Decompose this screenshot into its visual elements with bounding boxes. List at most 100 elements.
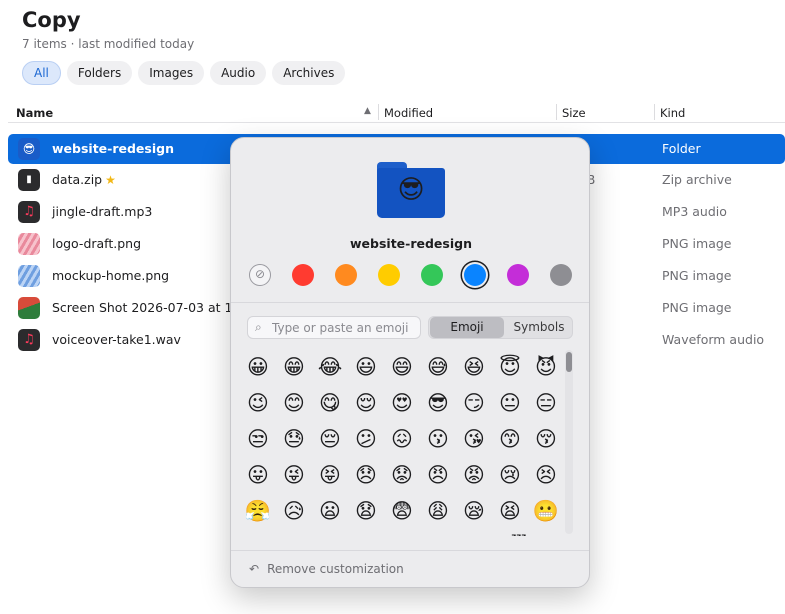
column-kind[interactable]: Kind xyxy=(660,106,685,120)
emoji-search-field[interactable]: ⌕ xyxy=(247,316,421,339)
emoji-option[interactable]: 😛 xyxy=(241,458,275,492)
emoji-option[interactable]: 😤 xyxy=(241,494,275,528)
column-modified[interactable]: Modified xyxy=(384,106,433,120)
emoji-option[interactable]: 😍 xyxy=(385,386,419,420)
emoji-option[interactable]: 😪 xyxy=(457,494,491,528)
emoji-option[interactable]: 😡 xyxy=(457,458,491,492)
emoji-option[interactable]: 😕 xyxy=(349,422,383,456)
emoji-option[interactable]: 😙 xyxy=(493,422,527,456)
file-kind: PNG image xyxy=(662,268,732,283)
color-gray-swatch[interactable] xyxy=(550,264,572,286)
emoji-option[interactable]: 😝 xyxy=(313,458,347,492)
filter-audio[interactable]: Audio xyxy=(210,61,267,85)
emoji-option[interactable]: 😨 xyxy=(385,494,419,528)
emoji-option[interactable]: 😲 xyxy=(421,530,455,536)
column-name[interactable]: Name xyxy=(16,106,53,120)
emoji-option[interactable]: 😣 xyxy=(529,458,563,492)
color-blue-swatch[interactable] xyxy=(464,264,486,286)
emoji-option[interactable]: 😳 xyxy=(457,530,491,536)
emoji-option[interactable]: 😵 xyxy=(529,530,563,536)
emoji-option[interactable]: 😄 xyxy=(385,350,419,384)
column-divider[interactable] xyxy=(654,104,655,120)
emoji-option[interactable]: 😩 xyxy=(421,494,455,528)
column-size[interactable]: Size xyxy=(562,106,586,120)
sort-ascending-icon: ▲ xyxy=(364,106,371,116)
tab-emoji[interactable]: Emoji xyxy=(430,317,504,338)
file-kind: Folder xyxy=(662,141,701,156)
emoji-option[interactable]: 😓 xyxy=(277,422,311,456)
emoji-scrollbar[interactable] xyxy=(565,350,573,534)
scrollbar-thumb[interactable] xyxy=(566,352,572,372)
divider xyxy=(231,302,589,303)
tab-symbols[interactable]: Symbols xyxy=(505,317,573,338)
emoji-option[interactable]: 😇 xyxy=(493,350,527,384)
filter-folders[interactable]: Folders xyxy=(66,61,133,85)
emoji-option[interactable]: 😊 xyxy=(277,386,311,420)
column-divider[interactable] xyxy=(378,104,379,120)
column-divider[interactable] xyxy=(556,104,557,120)
emoji-option[interactable]: 😁 xyxy=(277,350,311,384)
color-picker: ⊘ xyxy=(249,264,575,288)
emoji-option[interactable]: 😭 xyxy=(241,530,275,536)
emoji-option[interactable]: 😃 xyxy=(349,350,383,384)
emoji-option[interactable]: 😉 xyxy=(241,386,275,420)
emoji-option[interactable]: 😯 xyxy=(313,530,347,536)
file-kind: MP3 audio xyxy=(662,204,727,219)
emoji-option[interactable]: 😂 xyxy=(313,350,347,384)
color-green-swatch[interactable] xyxy=(421,264,443,286)
emoji-option[interactable]: 😀 xyxy=(241,350,275,384)
emoji-option[interactable]: 😦 xyxy=(313,494,347,528)
sunglasses-emoji-icon: 😎 xyxy=(397,175,425,205)
emoji-option[interactable]: 😘 xyxy=(457,422,491,456)
emoji-option[interactable]: 😴 xyxy=(493,530,527,536)
emoji-option[interactable]: 😔 xyxy=(313,422,347,456)
emoji-option[interactable]: 😈 xyxy=(529,350,563,384)
emoji-option[interactable]: 😗 xyxy=(421,422,455,456)
emoji-option[interactable]: 😮 xyxy=(277,530,311,536)
remove-customization-button[interactable]: ↶ Remove customization xyxy=(249,562,404,576)
color-none-swatch[interactable]: ⊘ xyxy=(249,264,271,286)
emoji-option[interactable]: 😆 xyxy=(457,350,491,384)
emoji-option[interactable]: 😞 xyxy=(349,458,383,492)
file-name: data.zip ★ xyxy=(52,172,116,187)
emoji-option[interactable]: 😎 xyxy=(421,386,455,420)
color-yellow-swatch[interactable] xyxy=(378,264,400,286)
emoji-option[interactable]: 😋 xyxy=(313,386,347,420)
file-kind: Waveform audio xyxy=(662,332,765,347)
emoji-option[interactable]: 😟 xyxy=(385,458,419,492)
filter-all[interactable]: All xyxy=(22,61,61,85)
emoji-option[interactable]: 😧 xyxy=(349,494,383,528)
emoji-option[interactable]: 😠 xyxy=(421,458,455,492)
folder-preview-icon: 😎 xyxy=(377,162,445,218)
file-name: voiceover-take1.wav xyxy=(52,332,181,347)
filter-images[interactable]: Images xyxy=(138,61,205,85)
emoji-option[interactable]: 😅 xyxy=(421,350,455,384)
star-icon[interactable]: ★ xyxy=(105,173,116,187)
emoji-option[interactable]: 😫 xyxy=(493,494,527,528)
emoji-option[interactable]: 😒 xyxy=(241,422,275,456)
music-icon: ♫ xyxy=(18,329,40,351)
emoji-option[interactable]: 😬 xyxy=(529,494,563,528)
emoji-search-input[interactable] xyxy=(272,319,418,336)
folder-name-label: website-redesign xyxy=(350,236,472,251)
emoji-grid: 😀 😁 😂 😃 😄 😅 😆 😇 😈 😉 😊 😋 😌 😍 😎 😏 😐 😑 😒 😓 😔 😕 😖 😗 😘 😙 😚 😛 😜 😝 😞 😟 😠 😡 😢 😣 😤 😥 😦 😧… xyxy=(241,350,566,536)
emoji-option[interactable]: 😰 xyxy=(349,530,383,536)
emoji-option[interactable]: 😚 xyxy=(529,422,563,456)
filter-archives[interactable]: Archives xyxy=(272,61,346,85)
file-name: Screen Shot 2026-07-03 at 10. xyxy=(52,300,245,315)
emoji-option[interactable]: 😐 xyxy=(493,386,527,420)
emoji-option[interactable]: 😑 xyxy=(529,386,563,420)
emoji-option[interactable]: 😢 xyxy=(493,458,527,492)
emoji-option[interactable]: 😌 xyxy=(349,386,383,420)
column-header: Name Modified Size Kind xyxy=(8,103,785,123)
emoji-option[interactable]: 😥 xyxy=(277,494,311,528)
color-orange-swatch[interactable] xyxy=(335,264,357,286)
divider xyxy=(231,550,589,551)
color-purple-swatch[interactable] xyxy=(507,264,529,286)
emoji-option[interactable]: 😏 xyxy=(457,386,491,420)
file-name: mockup-home.png xyxy=(52,268,170,283)
color-red-swatch[interactable] xyxy=(292,264,314,286)
emoji-option[interactable]: 😜 xyxy=(277,458,311,492)
emoji-option[interactable]: 😖 xyxy=(385,422,419,456)
emoji-option[interactable]: 😱 xyxy=(385,530,419,536)
